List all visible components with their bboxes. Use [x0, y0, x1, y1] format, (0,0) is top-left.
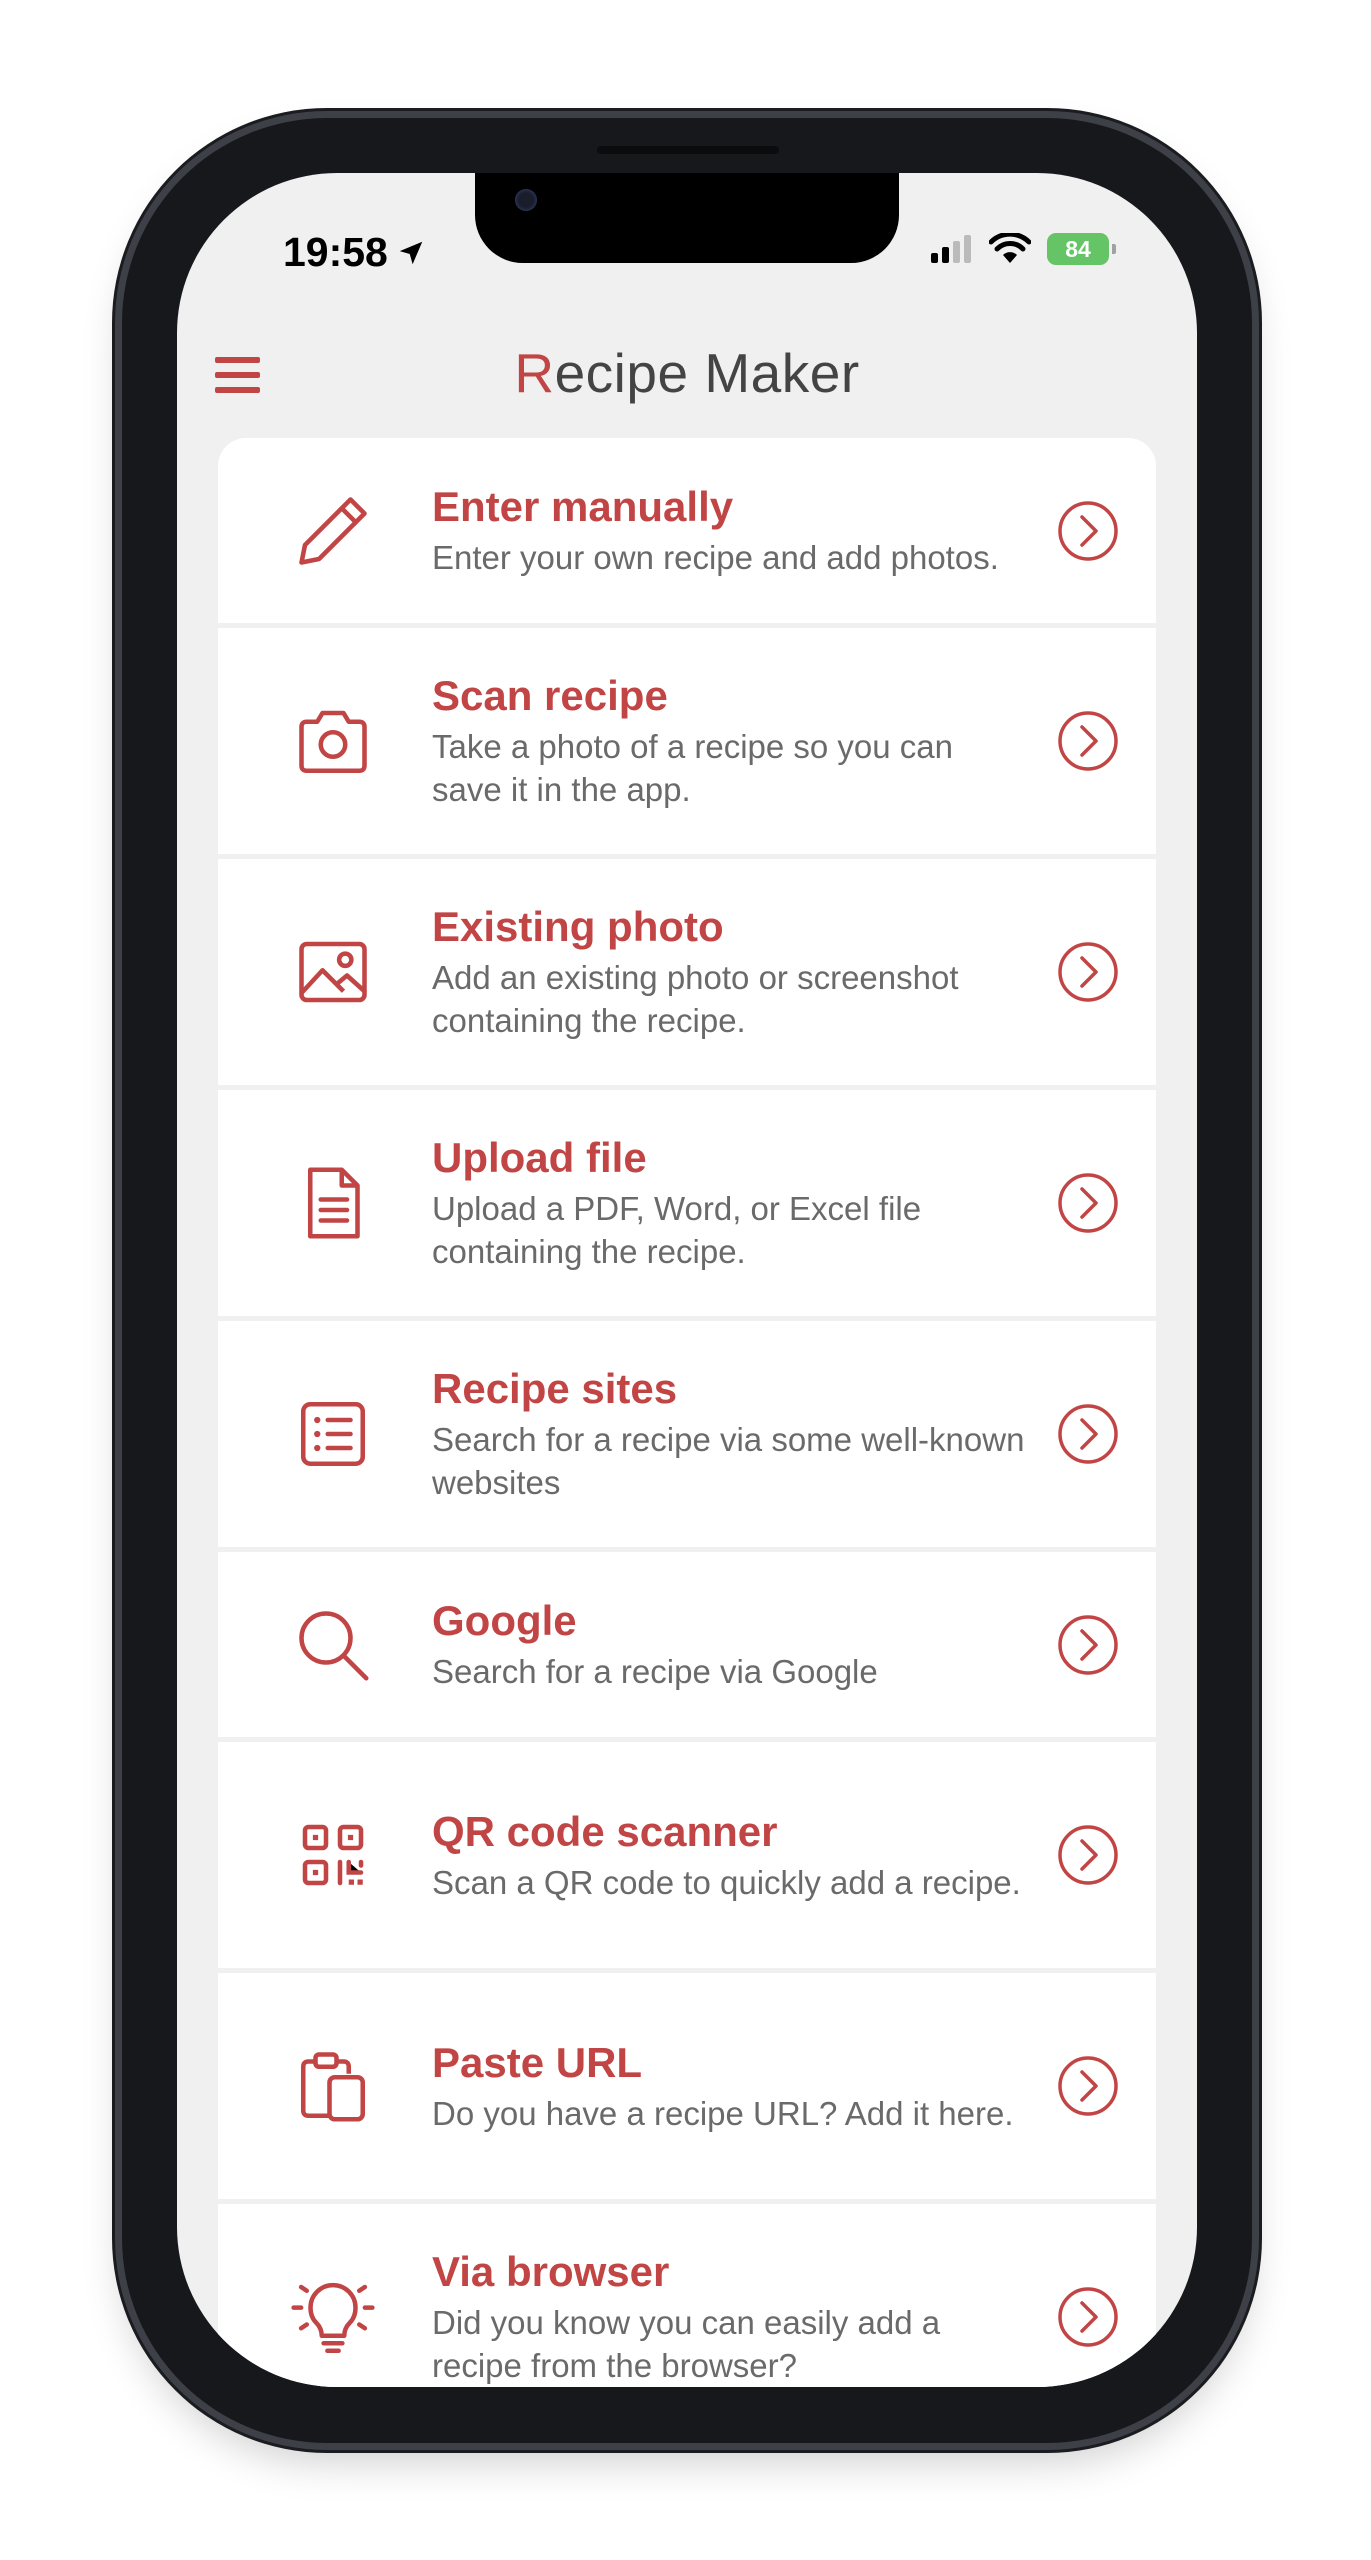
- option-text: Google Search for a recipe via Google: [432, 1596, 1026, 1693]
- option-title: Google: [432, 1597, 577, 1644]
- volume-down-button: [112, 978, 122, 1146]
- status-time: 19:58: [283, 229, 426, 276]
- qr-code-icon: [302, 1824, 364, 1886]
- chevron-right-circle-icon[interactable]: [1056, 1402, 1120, 1466]
- option-existing-photo[interactable]: Existing photo Add an existing photo or …: [218, 859, 1156, 1085]
- option-title: QR code scanner: [432, 1807, 778, 1855]
- option-paste-url[interactable]: Paste URL Do you have a recipe URL? Add …: [218, 1973, 1156, 2199]
- option-upload-file[interactable]: Upload file Upload a PDF, Word, or Excel…: [218, 1090, 1156, 1316]
- cellular-signal-icon: [931, 235, 971, 263]
- location-arrow-icon: [399, 241, 423, 264]
- option-title: Paste URL: [432, 2038, 643, 2086]
- search-icon: [299, 1610, 369, 1681]
- status-indicators: 84: [931, 233, 1116, 265]
- camera-icon: [299, 710, 367, 774]
- icon-wrap: [288, 1810, 378, 1900]
- icon-wrap: [288, 2041, 378, 2131]
- pencil-icon: [299, 496, 367, 565]
- chevron-right-circle-icon[interactable]: [1056, 2054, 1120, 2118]
- option-title: Via browser: [432, 2248, 670, 2295]
- option-title: Existing photo: [432, 903, 724, 950]
- silent-switch: [112, 590, 122, 670]
- chevron-right-circle-icon[interactable]: [1056, 1823, 1120, 1887]
- icon-wrap: [288, 1389, 378, 1479]
- battery-level: 84: [1065, 235, 1091, 262]
- list-icon: [300, 1401, 366, 1467]
- option-via-browser[interactable]: Via browser Did you know you can easily …: [218, 2204, 1156, 2387]
- option-description: Add an existing photo or screenshot cont…: [432, 959, 959, 1039]
- chevron-right-circle-icon[interactable]: [1056, 709, 1120, 773]
- option-recipe-sites[interactable]: Recipe sites Search for a recipe via som…: [218, 1321, 1156, 1547]
- option-text: QR code scanner Scan a QR code to quickl…: [432, 1807, 1026, 1904]
- option-text: Existing photo Add an existing photo or …: [432, 902, 1026, 1042]
- icon-wrap: [288, 696, 378, 786]
- option-title: Scan recipe: [432, 672, 668, 719]
- option-title: Enter manually: [432, 483, 734, 530]
- option-title: Recipe sites: [432, 1365, 678, 1412]
- import-options-list: Enter manually Enter your own recipe and…: [218, 438, 1156, 2387]
- option-scan-recipe[interactable]: Scan recipe Take a photo of a recipe so …: [218, 628, 1156, 854]
- icon-wrap: [288, 486, 378, 576]
- chevron-right-circle-icon[interactable]: [1056, 940, 1120, 1004]
- page-title: Recipe Maker: [177, 341, 1197, 405]
- option-title: Upload file: [432, 1134, 647, 1181]
- file-icon: [307, 1167, 360, 1239]
- option-qr-code-scanner[interactable]: QR code scanner Scan a QR code to quickl…: [218, 1742, 1156, 1968]
- option-description: Did you know you can easily add a recipe…: [432, 2304, 941, 2384]
- chevron-right-circle-icon[interactable]: [1056, 499, 1120, 563]
- wifi-icon: [989, 233, 1031, 263]
- icon-wrap: [288, 927, 378, 1017]
- chevron-right-circle-icon[interactable]: [1056, 1171, 1120, 1235]
- volume-up-button: [112, 757, 122, 925]
- battery-indicator: 84: [1047, 233, 1116, 265]
- option-text: Recipe sites Search for a recipe via som…: [432, 1364, 1026, 1504]
- option-description: Enter your own recipe and add photos.: [432, 539, 999, 576]
- speaker-grille: [597, 146, 779, 154]
- icon-wrap: [288, 1158, 378, 1248]
- option-text: Enter manually Enter your own recipe and…: [432, 482, 1026, 579]
- option-text: Via browser Did you know you can easily …: [432, 2247, 1026, 2387]
- option-description: Do you have a recipe URL? Add it here.: [432, 2094, 1014, 2132]
- option-description: Search for a recipe via some well-known …: [432, 1421, 1025, 1501]
- lightbulb-icon: [291, 2282, 375, 2353]
- icon-wrap: [288, 1600, 378, 1690]
- option-text: Paste URL Do you have a recipe URL? Add …: [432, 2038, 1026, 2135]
- app-screen: 19:58 84 Recipe Maker Enter manually Ent…: [177, 173, 1197, 2387]
- power-button: [1252, 810, 1262, 1090]
- title-initial: R: [514, 342, 555, 404]
- chevron-right-circle-icon[interactable]: [1056, 2285, 1120, 2349]
- notch: [475, 173, 899, 263]
- app-header: Recipe Maker: [177, 323, 1197, 423]
- clipboard-icon: [300, 2052, 366, 2122]
- image-icon: [299, 941, 367, 1003]
- option-text: Upload file Upload a PDF, Word, or Excel…: [432, 1133, 1026, 1273]
- option-enter-manually[interactable]: Enter manually Enter your own recipe and…: [218, 438, 1156, 623]
- option-google[interactable]: Google Search for a recipe via Google: [218, 1552, 1156, 1737]
- front-camera: [515, 189, 537, 211]
- option-description: Scan a QR code to quickly add a recipe.: [432, 1863, 1021, 1901]
- chevron-right-circle-icon[interactable]: [1056, 1613, 1120, 1677]
- status-time-text: 19:58: [283, 229, 388, 275]
- option-description: Upload a PDF, Word, or Excel file contai…: [432, 1190, 922, 1270]
- option-description: Search for a recipe via Google: [432, 1653, 878, 1690]
- title-rest: ecipe Maker: [554, 342, 860, 404]
- icon-wrap: [288, 2272, 378, 2362]
- option-text: Scan recipe Take a photo of a recipe so …: [432, 671, 1026, 811]
- option-description: Take a photo of a recipe so you can save…: [432, 728, 954, 808]
